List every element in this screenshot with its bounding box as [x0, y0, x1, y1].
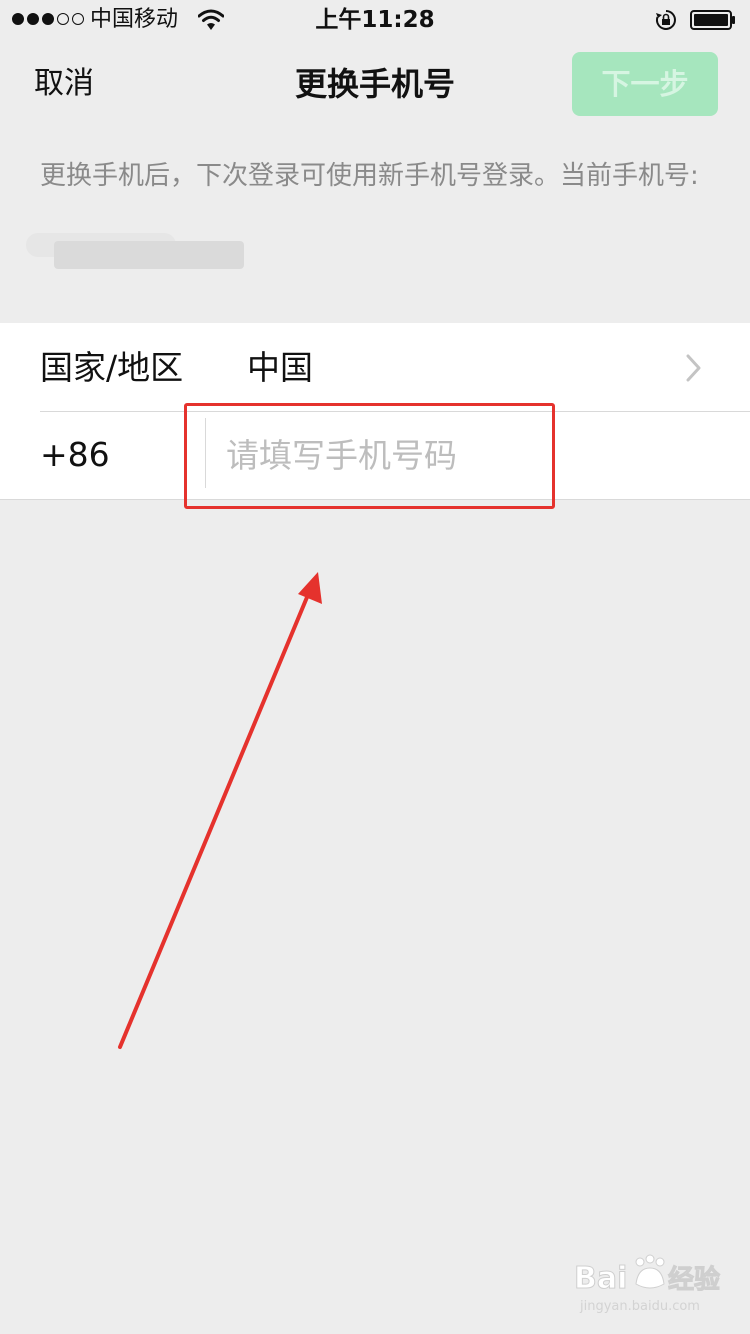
country-region-label: 国家/地区: [40, 348, 184, 387]
dial-code[interactable]: +86: [40, 432, 110, 478]
country-region-row[interactable]: 国家/地区 中国: [0, 323, 750, 411]
chevron-right-icon: [686, 354, 701, 382]
highlight-box-annotation: [184, 403, 555, 509]
status-time: 上午11:28: [315, 7, 435, 33]
baidu-jingyan-watermark: Bai 经验 jingyan.baidu.com: [574, 1254, 721, 1314]
arrow-annotation-icon: [118, 572, 322, 1049]
country-region-value: 中国: [247, 348, 313, 387]
status-bar: 中国移动 上午11:28: [0, 0, 750, 40]
svg-text:Bai: Bai: [574, 1261, 627, 1296]
change-phone-description: 更换手机后，下次登录可使用新手机号登录。当前手机号:: [40, 161, 699, 191]
battery-icon: [690, 10, 735, 30]
next-step-button[interactable]: 下一步: [572, 52, 718, 116]
orientation-lock-icon: [656, 10, 676, 30]
redacted-current-phone: [26, 211, 244, 271]
svg-text:经验: 经验: [668, 1264, 720, 1295]
svg-text:jingyan.baidu.com: jingyan.baidu.com: [579, 1299, 700, 1314]
